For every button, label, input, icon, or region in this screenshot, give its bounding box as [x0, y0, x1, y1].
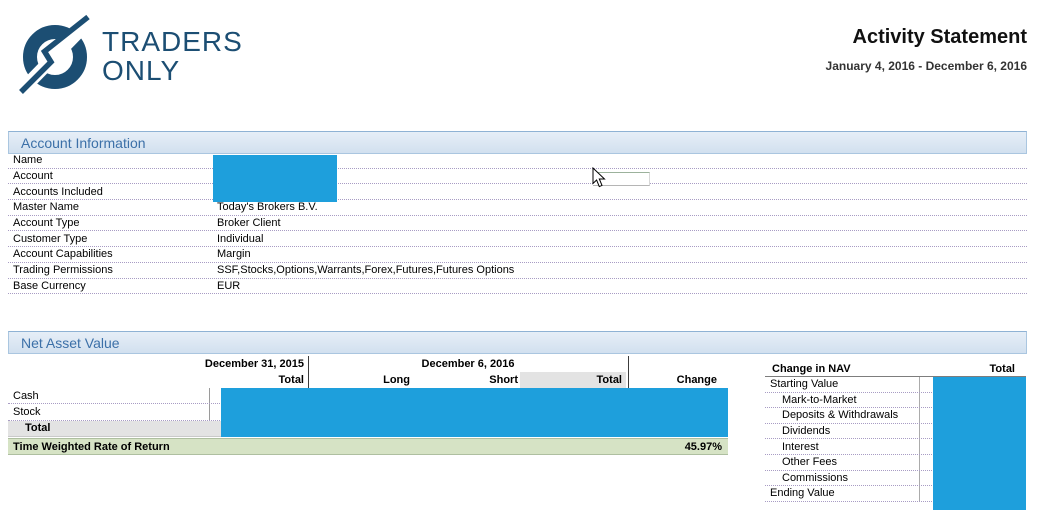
- row-value: Individual: [208, 233, 263, 245]
- row-value: SSF,Stocks,Options,Warrants,Forex,Future…: [208, 264, 514, 276]
- row-value: Margin: [208, 248, 251, 260]
- redaction-box-change-in-nav: [933, 377, 1026, 510]
- col-header-dec-31-2015: December 31, 2015: [8, 356, 308, 372]
- section-header-account-information: Account Information: [8, 131, 1027, 154]
- row-label: Master Name: [8, 201, 208, 213]
- twrr-label: Time Weighted Rate of Return: [8, 441, 170, 453]
- table-row: Name: [8, 153, 1027, 169]
- row-label: Stock: [8, 404, 210, 419]
- row-label: Ending Value: [765, 486, 920, 501]
- col-header-total: Total: [990, 363, 1026, 375]
- row-label: Customer Type: [8, 233, 208, 245]
- change-in-nav-header: Change in NAV Total: [765, 362, 1026, 377]
- col-header-long: Long: [308, 372, 412, 388]
- section-title: Net Asset Value: [9, 335, 120, 351]
- table-row: Trading Permissions SSF,Stocks,Options,W…: [8, 263, 1027, 279]
- col-header-total-2016: Total: [520, 372, 626, 388]
- net-asset-value-table: December 31, 2015 December 6, 2016 Total…: [8, 356, 728, 437]
- row-value: EUR: [208, 280, 240, 292]
- row-value: Today's Brokers B.V.: [208, 201, 318, 213]
- table-row: Accounts Included: [8, 184, 1027, 200]
- row-label: Accounts Included: [8, 186, 208, 198]
- nav-header-subcolumns-row: Total Long Short Total Change: [8, 372, 728, 388]
- row-label: Mark-to-Market: [765, 393, 920, 408]
- nav-header-dates-row: December 31, 2015 December 6, 2016: [8, 356, 728, 372]
- column-divider: [308, 356, 309, 388]
- col-header-total-2015: Total: [8, 372, 308, 388]
- row-value: Broker Client: [208, 217, 281, 229]
- page-title: Activity Statement: [853, 26, 1028, 49]
- statement-date-range: January 4, 2016 - December 6, 2016: [826, 59, 1027, 73]
- table-row: Base Currency EUR: [8, 279, 1027, 295]
- mouse-cursor-icon: [592, 167, 606, 188]
- table-row: Account: [8, 169, 1027, 185]
- row-label: Account: [8, 170, 208, 182]
- account-information-table: Name Account Accounts Included Master Na…: [8, 153, 1027, 294]
- row-label: Account Type: [8, 217, 208, 229]
- twrr-value: 45.97%: [685, 441, 728, 453]
- row-label: Cash: [8, 388, 210, 403]
- col-header-dec-6-2016: December 6, 2016: [308, 356, 628, 372]
- col-header-change-in-nav: Change in NAV: [765, 363, 851, 375]
- redaction-box-account: [213, 155, 337, 202]
- activity-statement-page: TRADERS ONLY Activity Statement January …: [0, 0, 1058, 525]
- table-row: Customer Type Individual: [8, 231, 1027, 247]
- row-label: Account Capabilities: [8, 248, 208, 260]
- logo-wordmark: TRADERS ONLY: [102, 27, 243, 85]
- row-label: Base Currency: [8, 280, 208, 292]
- row-label: Dividends: [765, 424, 920, 439]
- logo-word-traders: TRADERS: [102, 27, 243, 56]
- redaction-box-nav-values: [221, 388, 728, 437]
- section-title: Account Information: [9, 135, 146, 151]
- row-label: Trading Permissions: [8, 264, 208, 276]
- row-label: Interest: [765, 439, 920, 454]
- table-row: Account Capabilities Margin: [8, 247, 1027, 263]
- row-label: Commissions: [765, 471, 920, 486]
- row-label: Other Fees: [765, 455, 920, 470]
- table-row: Master Name Today's Brokers B.V.: [8, 200, 1027, 216]
- traders-only-logo-icon: [13, 13, 97, 97]
- col-header-short: Short: [412, 372, 520, 388]
- time-weighted-rate-of-return-row: Time Weighted Rate of Return 45.97%: [8, 438, 728, 455]
- row-label: Total: [8, 421, 210, 436]
- column-divider: [628, 356, 629, 388]
- section-header-net-asset-value: Net Asset Value: [8, 331, 1027, 354]
- row-label: Starting Value: [765, 377, 920, 392]
- logo-word-only: ONLY: [102, 56, 243, 85]
- col-header-change: Change: [626, 372, 726, 388]
- table-row: Account Type Broker Client: [8, 216, 1027, 232]
- row-label: Name: [8, 154, 208, 166]
- row-label: Deposits & Withdrawals: [765, 408, 920, 423]
